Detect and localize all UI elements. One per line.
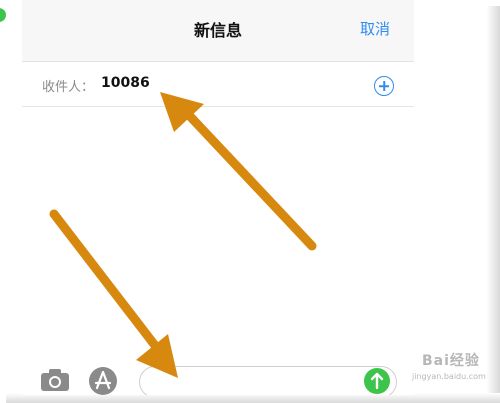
nav-bar: 新信息 取消 — [22, 0, 414, 62]
screenshot-frame: 新信息 取消 收件人： 10086 Bai经验 jingyan.baidu.co… — [0, 0, 500, 403]
camera-icon[interactable] — [40, 368, 70, 392]
app-store-icon[interactable] — [88, 366, 118, 395]
watermark-sub: jingyan.baidu.com — [412, 372, 486, 381]
message-input[interactable] — [139, 366, 397, 395]
watermark: Bai经验 jingyan.baidu.com — [398, 348, 494, 392]
frame-shadow — [486, 6, 500, 403]
status-dot — [0, 8, 6, 22]
page-title: 新信息 — [193, 21, 242, 40]
new-message-screen: 新信息 取消 收件人： 10086 — [22, 0, 414, 395]
message-toolbar — [22, 352, 414, 395]
plus-circle-icon[interactable] — [374, 76, 394, 96]
recipient-label: 收件人： — [42, 80, 95, 95]
cancel-button[interactable]: 取消 — [360, 18, 390, 39]
recipient-row[interactable]: 收件人： 10086 — [22, 63, 414, 107]
recipient-input[interactable]: 10086 — [101, 75, 150, 91]
arrow-up-icon[interactable] — [364, 368, 390, 394]
watermark-text: Bai经验 — [422, 353, 480, 369]
